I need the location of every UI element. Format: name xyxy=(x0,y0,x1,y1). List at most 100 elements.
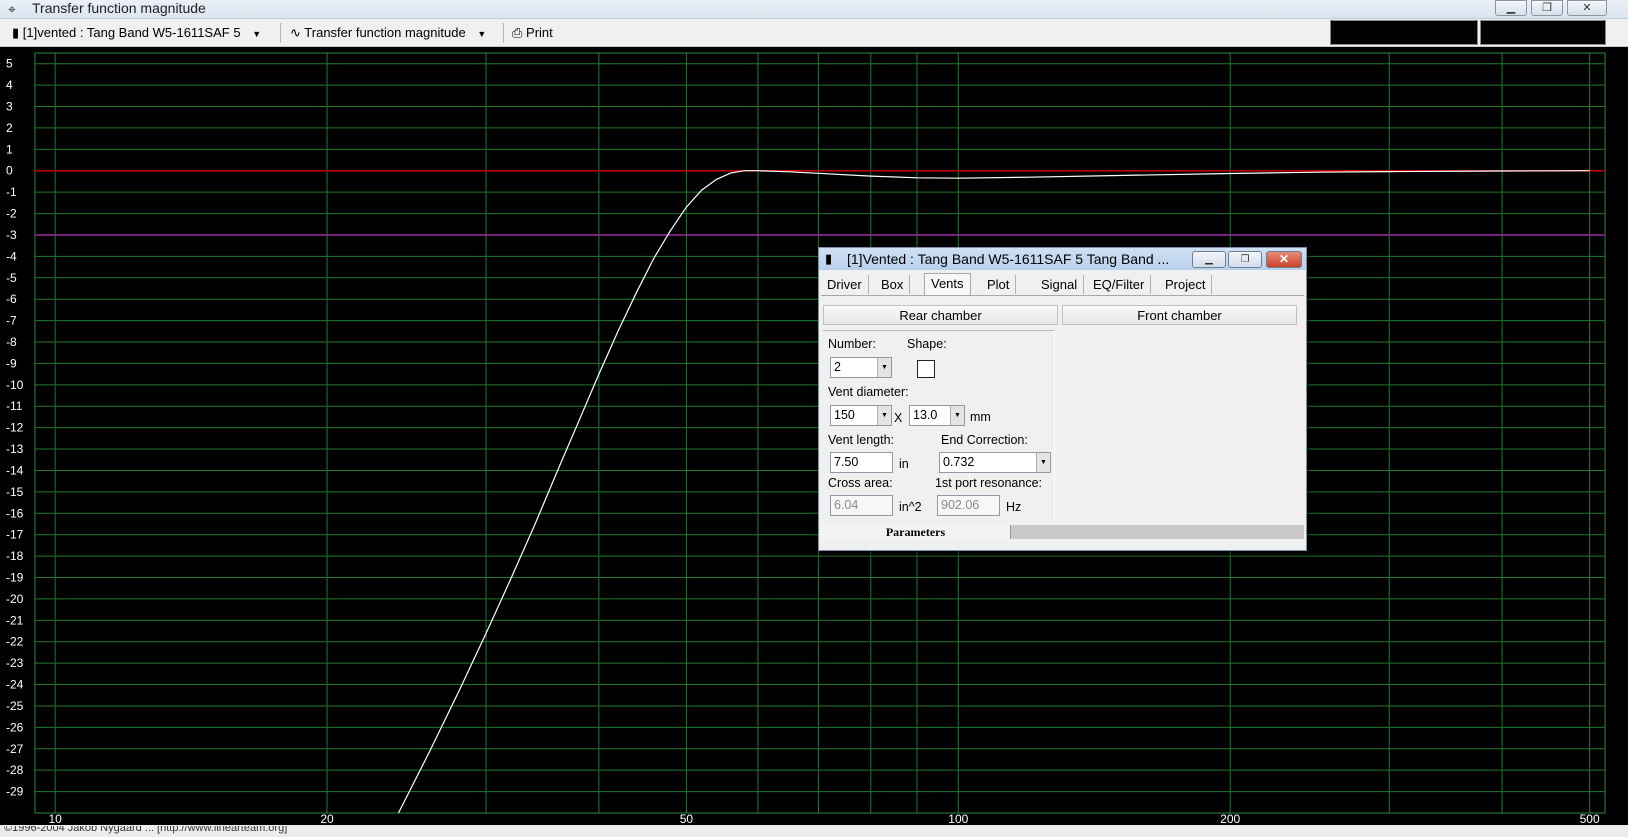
vent-diameter-unit: mm xyxy=(970,410,991,424)
tab-project[interactable]: Project xyxy=(1159,275,1213,294)
y-tick-label: -20 xyxy=(6,592,24,606)
y-tick-label: -2 xyxy=(6,207,17,221)
speaker-icon: ▮ xyxy=(825,251,833,266)
window-title: Transfer function magnitude xyxy=(32,0,206,16)
y-tick-label: -1 xyxy=(6,185,17,199)
print-label: Print xyxy=(526,25,553,40)
front-chamber-button[interactable]: Front chamber xyxy=(1062,305,1297,325)
end-correction-value: 0.732 xyxy=(943,455,975,469)
x-tick-label: 200 xyxy=(1220,812,1240,825)
y-tick-label: -25 xyxy=(6,699,24,713)
chevron-down-icon: ▼ xyxy=(477,29,487,39)
vent-diameter-select[interactable]: 150 ▼ xyxy=(830,405,892,426)
chevron-down-icon: ▼ xyxy=(252,29,262,39)
y-tick-label: -29 xyxy=(6,785,24,799)
cross-area-value: 6.04 xyxy=(834,498,859,512)
end-correction-label: End Correction: xyxy=(941,433,1028,447)
vent-length-value: 7.50 xyxy=(834,455,859,469)
y-tick-label: -22 xyxy=(6,635,24,649)
toolbar-divider xyxy=(503,23,504,43)
dialog-titlebar[interactable]: ▮ [1]Vented : Tang Band W5-1611SAF 5 Tan… xyxy=(819,248,1306,270)
y-tick-label: 2 xyxy=(6,121,13,135)
dialog-tabs: Driver Box Vents Plot Signal EQ/Filter P… xyxy=(821,273,1304,296)
number-label: Number: xyxy=(828,337,876,351)
tab-eq-filter[interactable]: EQ/Filter xyxy=(1087,275,1152,294)
dialog-maximize-button[interactable]: ❐ xyxy=(1228,251,1262,268)
y-tick-label: 3 xyxy=(6,100,13,114)
number-value: 2 xyxy=(834,360,841,374)
tab-box[interactable]: Box xyxy=(875,275,911,294)
y-tick-label: -8 xyxy=(6,335,17,349)
y-tick-label: -5 xyxy=(6,271,17,285)
print-button[interactable]: ⎙ Print xyxy=(512,23,553,43)
status-text: ©1996-2004 Jakob Nygaard ... [http://www… xyxy=(4,826,288,834)
y-tick-label: -7 xyxy=(6,314,17,328)
tab-vents[interactable]: Vents xyxy=(924,273,971,295)
dialog-title: [1]Vented : Tang Band W5-1611SAF 5 Tang … xyxy=(847,251,1170,267)
parameters-dialog[interactable]: ▮ [1]Vented : Tang Band W5-1611SAF 5 Tan… xyxy=(818,247,1307,551)
transfer-function-chart[interactable]: 543210-1-2-3-4-5-6-7-8-9-10-11-12-13-14-… xyxy=(0,47,1628,825)
y-tick-label: -9 xyxy=(6,356,17,370)
end-correction-select[interactable]: 0.732 ▼ xyxy=(939,452,1051,473)
plot-area[interactable]: 5 4 3 2 1 0 -1 -2 -3 -4 -5 -6 -7 -8 -9 -10 -11 -12 -13 -14-… xyxy=(0,47,1628,825)
number-select[interactable]: 2 ▼ xyxy=(830,357,892,378)
readout-box xyxy=(1480,20,1606,45)
window-titlebar: ⌖ Transfer function magnitude ▁ ❐ ✕ xyxy=(0,0,1628,19)
port-resonance-label: 1st port resonance: xyxy=(935,476,1043,490)
graph-select-value: Transfer function magnitude xyxy=(304,25,466,40)
vent-diameter-value: 150 xyxy=(834,408,855,422)
y-tick-label: 5 xyxy=(6,57,13,71)
x-tick-label: 50 xyxy=(680,812,694,825)
y-tick-label: -18 xyxy=(6,549,24,563)
waveform-icon: ∿ xyxy=(290,25,301,40)
project-select-value: [1]vented : Tang Band W5-1611SAF 5 xyxy=(22,25,241,40)
y-tick-label: 0 xyxy=(6,164,13,178)
vent-diameter-label: Vent diameter: xyxy=(828,385,909,399)
y-tick-label: -13 xyxy=(6,442,24,456)
y-tick-label: -11 xyxy=(6,399,23,413)
tab-driver[interactable]: Driver xyxy=(821,275,869,294)
parameters-tab[interactable]: Parameters xyxy=(821,525,1011,539)
chevron-down-icon: ▼ xyxy=(877,358,891,377)
y-tick-label: -28 xyxy=(6,763,24,777)
dialog-minimize-button[interactable]: ▁ xyxy=(1192,251,1226,268)
shape-label: Shape: xyxy=(907,337,947,351)
graph-select[interactable]: ∿ Transfer function magnitude ▼ xyxy=(290,23,486,43)
shape-square-icon[interactable] xyxy=(917,360,935,378)
y-tick-label: -23 xyxy=(6,656,24,670)
readout-box xyxy=(1330,20,1478,45)
project-select[interactable]: ▮ [1]vented : Tang Band W5-1611SAF 5 ▼ xyxy=(12,23,261,43)
x-tick-label: 20 xyxy=(320,812,334,825)
y-tick-label: -17 xyxy=(6,528,24,542)
chevron-down-icon: ▼ xyxy=(877,406,891,425)
x-tick-label: 100 xyxy=(948,812,968,825)
maximize-button[interactable]: ❐ xyxy=(1531,0,1563,16)
y-tick-label: -15 xyxy=(6,485,24,499)
y-tick-label: -21 xyxy=(6,613,24,627)
y-tick-label: 1 xyxy=(6,142,13,156)
tab-signal[interactable]: Signal xyxy=(1035,275,1085,294)
crosshair-icon: ⌖ xyxy=(8,1,16,17)
chevron-down-icon: ▼ xyxy=(950,406,964,425)
chevron-down-icon: ▼ xyxy=(1036,453,1050,472)
port-resonance-value: 902.06 xyxy=(941,498,980,512)
rear-chamber-button[interactable]: Rear chamber xyxy=(823,305,1058,325)
port-resonance-unit: Hz xyxy=(1006,500,1022,514)
x-tick-label: 500 xyxy=(1580,812,1600,825)
vent-height-value: 13.0 xyxy=(913,408,938,422)
y-tick-label: -24 xyxy=(6,678,24,692)
port-resonance-field: 902.06 xyxy=(937,495,1000,516)
vent-height-select[interactable]: 13.0 ▼ xyxy=(909,405,965,426)
y-tick-label: -3 xyxy=(6,228,17,242)
close-button[interactable]: ✕ xyxy=(1567,0,1607,16)
toolbar-divider xyxy=(280,23,281,43)
tab-plot[interactable]: Plot xyxy=(981,275,1017,294)
y-tick-label: -6 xyxy=(6,292,17,306)
minimize-button[interactable]: ▁ xyxy=(1495,0,1527,16)
cross-area-unit: in^2 xyxy=(899,500,922,514)
dialog-close-button[interactable]: ✕ xyxy=(1266,251,1302,268)
y-tick-label: -10 xyxy=(6,378,24,392)
vent-length-input[interactable]: 7.50 xyxy=(830,452,893,473)
y-tick-label: -27 xyxy=(6,742,24,756)
times-symbol: X xyxy=(894,411,903,425)
